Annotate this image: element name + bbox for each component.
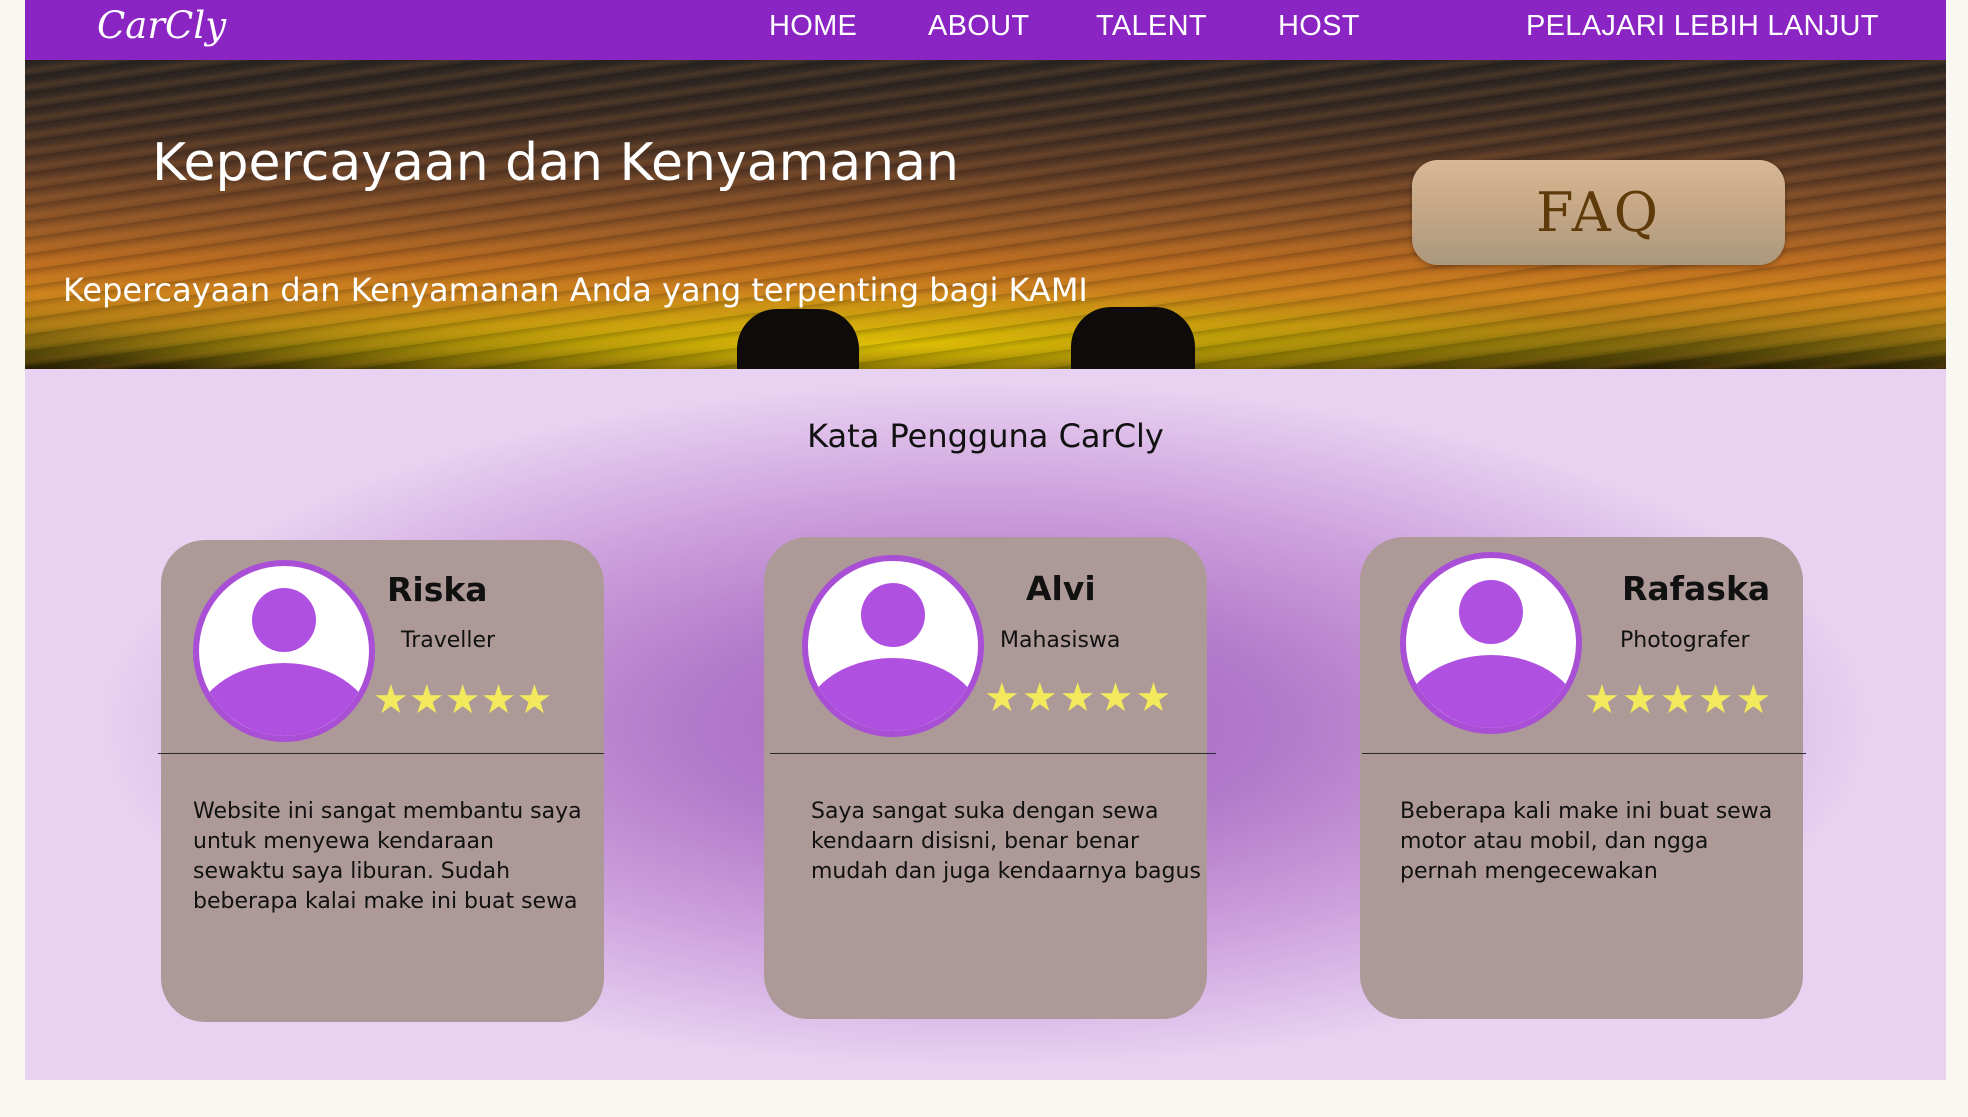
silhouette-figure xyxy=(1071,307,1195,369)
review-text: Beberapa kali make ini buat sewa motor a… xyxy=(1400,799,1773,884)
hero-subtitle: Kepercayaan dan Kenyamanan Anda yang ter… xyxy=(63,271,1088,309)
reviewer-role: Mahasiswa xyxy=(1000,628,1121,653)
star-icon: ★ xyxy=(444,677,481,723)
card-divider xyxy=(770,753,1216,754)
star-rating: ★ ★ ★ ★ ★ xyxy=(1584,680,1771,720)
star-rating: ★ ★ ★ ★ ★ xyxy=(984,678,1171,718)
faq-button[interactable]: FAQ xyxy=(1412,160,1785,265)
star-icon: ★ xyxy=(1135,675,1172,721)
review-text: Website ini sangat membantu saya untuk m… xyxy=(193,799,582,914)
user-avatar-icon xyxy=(802,555,984,737)
star-icon: ★ xyxy=(1584,677,1620,723)
reviewer-name: Alvi xyxy=(1026,569,1096,608)
card-divider xyxy=(1362,753,1806,754)
nav-link-talent[interactable]: TALENT xyxy=(1096,10,1207,43)
testimonial-card: Rafaska Photografer ★ ★ ★ ★ ★ Beberapa k… xyxy=(1360,537,1806,1019)
nav-link-about[interactable]: ABOUT xyxy=(928,10,1029,43)
hero-title: Kepercayaan dan Kenyamanan xyxy=(152,133,959,193)
reviewer-role: Photografer xyxy=(1620,628,1750,653)
nav-link-learn-more[interactable]: PELAJARI LEBIH LANJUT xyxy=(1526,10,1879,43)
star-icon: ★ xyxy=(516,677,553,723)
star-icon: ★ xyxy=(1659,677,1696,723)
star-icon: ★ xyxy=(1621,677,1658,723)
star-icon: ★ xyxy=(984,675,1020,721)
nav-link-home[interactable]: HOME xyxy=(769,10,857,43)
user-avatar-icon xyxy=(1400,552,1582,734)
card-divider xyxy=(158,753,604,754)
reviewer-name: Riska xyxy=(387,570,488,609)
reviewer-name: Rafaska xyxy=(1622,569,1771,608)
silhouette-figure xyxy=(737,309,859,369)
star-icon: ★ xyxy=(373,677,409,723)
review-text: Saya sangat suka dengan sewa kendaarn di… xyxy=(811,799,1201,884)
testimonial-card: Riska Traveller ★ ★ ★ ★ ★ Website ini sa… xyxy=(158,540,604,1022)
testimonials-heading: Kata Pengguna CarCly xyxy=(807,417,1164,455)
page: CarCly HOME ABOUT TALENT HOST PELAJARI L… xyxy=(25,0,1946,1080)
star-icon: ★ xyxy=(480,677,517,723)
testimonial-card: Alvi Mahasiswa ★ ★ ★ ★ ★ Saya sangat suk… xyxy=(764,537,1216,1019)
user-avatar-icon xyxy=(193,560,375,742)
star-icon: ★ xyxy=(1021,675,1058,721)
hero-banner: Kepercayaan dan Kenyamanan Kepercayaan d… xyxy=(25,60,1946,369)
star-icon: ★ xyxy=(1697,677,1734,723)
star-rating: ★ ★ ★ ★ ★ xyxy=(373,680,552,720)
star-icon: ★ xyxy=(408,677,445,723)
top-navbar: CarCly HOME ABOUT TALENT HOST PELAJARI L… xyxy=(25,0,1946,60)
faq-button-label: FAQ xyxy=(1535,181,1662,244)
star-icon: ★ xyxy=(1735,677,1772,723)
nav-link-host[interactable]: HOST xyxy=(1278,10,1360,43)
brand-logo[interactable]: CarCly xyxy=(97,4,226,47)
testimonials-section: Kata Pengguna CarCly Riska Traveller ★ ★… xyxy=(25,369,1946,1080)
star-icon: ★ xyxy=(1097,675,1134,721)
star-icon: ★ xyxy=(1059,675,1096,721)
reviewer-role: Traveller xyxy=(401,628,496,653)
